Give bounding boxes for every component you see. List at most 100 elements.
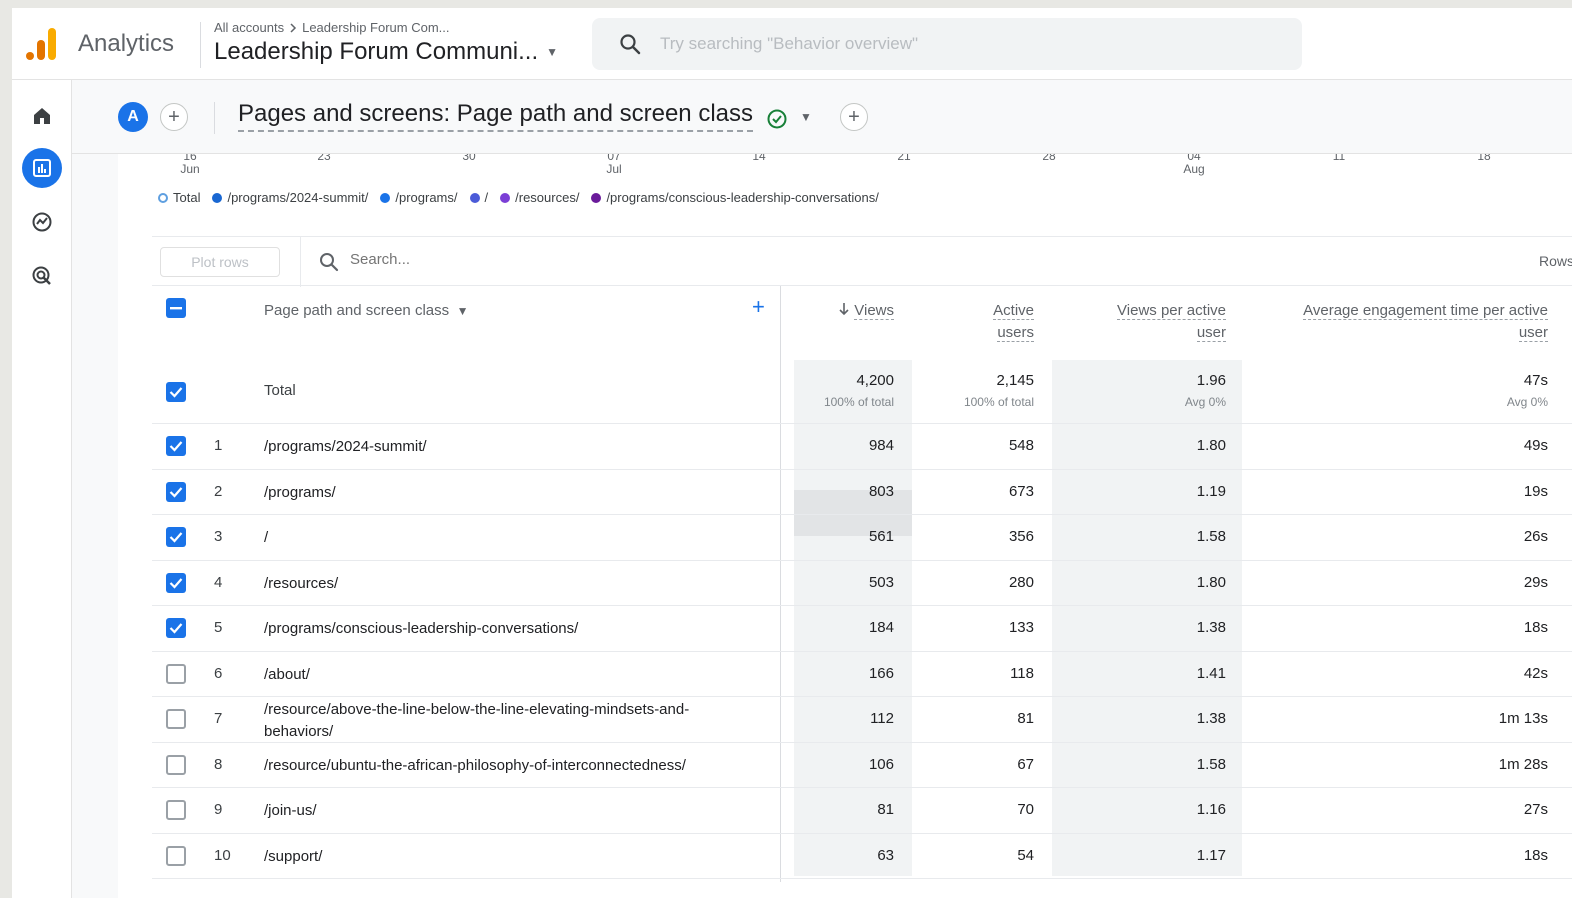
breadcrumb-account[interactable]: Leadership Forum Com... — [302, 20, 449, 35]
nav-explore[interactable] — [22, 202, 62, 242]
row-checkbox[interactable] — [166, 800, 186, 820]
reports-icon — [33, 159, 51, 177]
property-selector[interactable]: Leadership Forum Communi... ▼ — [214, 38, 558, 66]
page-path-cell[interactable]: /programs/conscious-leadership-conversat… — [264, 619, 578, 638]
table-row[interactable]: 1/programs/2024-summit/984 548 1.80 49s — [152, 424, 1572, 470]
page-path-cell[interactable]: /resource/ubuntu-the-african-philosophy-… — [264, 756, 686, 775]
top-bar: Analytics All accounts Leadership Forum … — [12, 8, 1572, 80]
breadcrumb-root[interactable]: All accounts — [214, 20, 284, 35]
views-per-active-user-cell: 1.17 — [1196, 846, 1226, 864]
legend-item[interactable]: /resources/ — [500, 190, 579, 205]
page-path-cell[interactable]: /join-us/ — [264, 801, 317, 820]
checkmark-icon — [169, 532, 183, 543]
legend-dot-icon — [469, 192, 480, 203]
views-cell: 503 — [868, 573, 894, 591]
avg-engagement-time-cell: 26s — [1523, 528, 1548, 545]
table-row[interactable]: 10/support/63 54 1.17 18s — [152, 834, 1572, 879]
explore-icon — [32, 212, 52, 232]
legend-item[interactable]: / — [469, 190, 488, 205]
total-row: Total 4,200 100% of total 2,145 100% of to… — [152, 360, 1572, 424]
table-row[interactable]: 2/programs/803 673 1.19 19s — [152, 470, 1572, 515]
indeterminate-icon — [170, 307, 182, 310]
add-comparison-button[interactable]: + — [160, 103, 188, 131]
row-checkbox[interactable] — [166, 709, 186, 729]
page-path-cell[interactable]: /programs/2024-summit/ — [264, 437, 427, 456]
row-checkbox[interactable] — [166, 481, 186, 502]
total-views: 4,200 100% of total — [823, 372, 894, 409]
active-users-cell: 673 — [1008, 482, 1034, 500]
page-path-cell[interactable]: /support/ — [264, 847, 322, 866]
legend-item[interactable]: /programs/2024-summit/ — [212, 190, 368, 205]
table-row[interactable]: 5/programs/conscious-leadership-conversa… — [152, 606, 1572, 652]
legend-dot-icon — [158, 192, 168, 203]
table-row[interactable]: 6/about/166 118 1.41 42s — [152, 652, 1572, 697]
x-tick: 21 — [897, 154, 911, 163]
row-rank: 7 — [214, 710, 223, 727]
legend-item[interactable]: Total — [158, 190, 200, 205]
analytics-app: Analytics All accounts Leadership Forum … — [12, 8, 1572, 898]
avg-engagement-time-header[interactable]: Average engagement time per active user — [1262, 300, 1548, 344]
avg-engagement-time-cell: 1m 28s — [1498, 755, 1548, 773]
row-checkbox[interactable] — [166, 845, 186, 866]
x-tick: 30 — [462, 154, 476, 163]
page-path-cell[interactable]: /about/ — [264, 665, 310, 684]
views-per-active-user-cell: 1.58 — [1196, 528, 1226, 545]
views-cell: 984 — [868, 437, 894, 454]
views-cell: 63 — [877, 846, 894, 864]
active-users-header[interactable]: Active users — [932, 300, 1034, 344]
table-row[interactable]: 3 / 561 356 1.58 26s — [152, 515, 1572, 561]
legend-item[interactable]: /programs/conscious-leadership-conversat… — [591, 190, 879, 205]
total-active-users: 2,145 100% of total — [963, 372, 1034, 409]
chart-legend: Total /programs/2024-summit/ /programs/ … — [158, 190, 879, 205]
page-path-cell[interactable]: / — [264, 528, 268, 547]
check-circle-icon[interactable] — [766, 108, 788, 130]
table-search-input[interactable] — [350, 251, 950, 268]
views-cell: 81 — [877, 801, 894, 818]
app-name: Analytics — [78, 30, 175, 57]
chevron-down-icon[interactable]: ▼ — [800, 110, 812, 124]
row-checkbox[interactable] — [166, 618, 186, 638]
avg-engagement-time-cell: 49s — [1523, 437, 1548, 454]
nav-advertising[interactable] — [22, 256, 62, 296]
table-row[interactable]: 9/join-us/81 70 1.16 27s — [152, 788, 1572, 834]
table-row[interactable]: 8/resource/ubuntu-the-african-philosophy… — [152, 743, 1572, 788]
page-path-cell[interactable]: /resource/above-the-line-below-the-line-… — [264, 700, 689, 741]
plot-rows-button[interactable]: Plot rows — [160, 247, 280, 277]
property-name: Leadership Forum Communi... — [214, 38, 539, 65]
row-rank: 1 — [214, 437, 223, 454]
active-users-cell: 54 — [1017, 846, 1034, 864]
breadcrumb[interactable]: All accounts Leadership Forum Com... — [214, 20, 450, 35]
views-per-active-user-cell: 1.80 — [1196, 437, 1226, 454]
row-checkbox[interactable] — [166, 754, 186, 775]
add-dimension-button[interactable]: + — [752, 296, 765, 318]
add-button[interactable]: + — [840, 103, 868, 131]
nav-home[interactable] — [22, 96, 62, 136]
row-checkbox[interactable] — [166, 527, 186, 547]
global-search[interactable]: Try searching "Behavior overview" — [592, 18, 1302, 70]
chevron-down-icon: ▼ — [453, 304, 469, 318]
row-checkbox[interactable] — [166, 436, 186, 456]
row-checkbox[interactable] — [166, 572, 186, 593]
x-tick: 16 Jun — [180, 154, 200, 176]
active-users-cell: 118 — [1010, 664, 1034, 682]
arrow-down-icon — [839, 303, 849, 316]
analytics-logo-icon[interactable] — [26, 26, 58, 62]
select-all-checkbox[interactable] — [166, 298, 186, 318]
divider — [300, 237, 301, 287]
comparison-avatar[interactable]: A — [118, 102, 148, 132]
table-row[interactable]: 4/resources/503 280 1.80 29s — [152, 561, 1572, 606]
rows-per-page-label[interactable]: Rows — [1539, 253, 1572, 269]
report-title-bar: A + Pages and screens: Page path and scr… — [72, 80, 1572, 154]
views-per-active-user-header[interactable]: Views per active user — [1072, 300, 1226, 344]
views-cell: 803 — [868, 482, 894, 500]
page-path-cell[interactable]: /resources/ — [264, 574, 338, 593]
row-checkbox[interactable] — [166, 663, 186, 684]
page-path-cell[interactable]: /programs/ — [264, 483, 336, 502]
total-checkbox[interactable] — [166, 382, 186, 402]
legend-item[interactable]: /programs/ — [380, 190, 458, 205]
table-row[interactable]: 7/resource/above-the-line-below-the-line… — [152, 697, 1572, 743]
dimension-header[interactable]: Page path and screen class ▼ — [264, 300, 469, 322]
nav-reports[interactable] — [22, 148, 62, 188]
report-title[interactable]: Pages and screens: Page path and screen … — [238, 100, 753, 132]
views-header[interactable]: Views — [808, 300, 894, 322]
